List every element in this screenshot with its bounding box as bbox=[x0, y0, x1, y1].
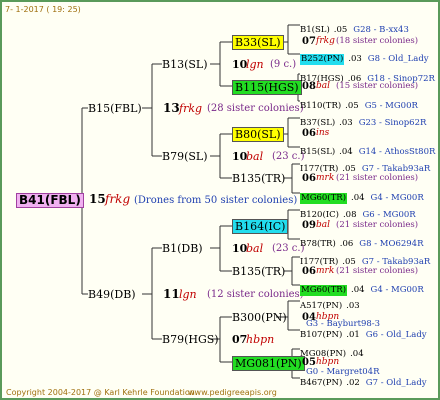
ancestor-name: B1(SL) bbox=[300, 25, 330, 35]
gen1-top-sire: frkg bbox=[179, 102, 203, 115]
ancestor-ref-link[interactable]: G8 - MO6294R bbox=[359, 239, 423, 250]
ancestor-name: B78(TR) bbox=[300, 239, 336, 249]
ancestor-share: .03 bbox=[339, 118, 353, 128]
gen2-queen: B1(DB) bbox=[162, 242, 203, 255]
ancestor-share: .04 bbox=[339, 147, 353, 157]
gen3-queen: B164(IC) bbox=[232, 219, 289, 234]
ancestor-ref-link[interactable]: G8 - Old_Lady bbox=[368, 54, 429, 65]
ancestor-row: B252(PN) .03 G8 - Old_Lady bbox=[300, 48, 429, 66]
gen1-bottom-count: 11 bbox=[163, 287, 180, 301]
ancestor-ref-link[interactable]: G7 - Old_Lady bbox=[366, 378, 427, 389]
ancestor-row: B17(HGS) .06 G18 - Sinop72R bbox=[300, 68, 435, 86]
ancestor-row: MG60(TR) .04 G4 - MG00R bbox=[300, 187, 424, 205]
gen2-sire: bal bbox=[246, 150, 264, 163]
gen3-queen: B135(TR) bbox=[232, 172, 286, 185]
gen1-queen-bottom: B49(DB) bbox=[88, 288, 136, 301]
ancestor-ref-link[interactable]: G14 - AthosSt80R bbox=[359, 147, 436, 158]
ancestor-ref-link[interactable]: G4 - MG00R bbox=[371, 193, 424, 204]
ancestor-ref-link[interactable]: G7 - Takab93aR bbox=[362, 257, 431, 268]
ancestor-row: B120(IC) .08 G6 - MG00R bbox=[300, 204, 416, 222]
gen3-note: (18 sister colonies) bbox=[336, 36, 419, 46]
ancestor-share: .03 bbox=[348, 54, 362, 64]
ancestor-name: B252(PN) bbox=[300, 54, 345, 65]
gen1-top-count: 13 bbox=[163, 101, 180, 115]
ancestor-row: B1(SL) .05 G28 - B-xx43 bbox=[300, 19, 409, 37]
ancestor-share: .05 bbox=[333, 25, 348, 35]
gen3-queen: B135(TR) bbox=[232, 265, 286, 278]
ancestor-name: B17(HGS) bbox=[300, 74, 344, 84]
ancestor-name: B107(PN) bbox=[300, 330, 343, 340]
ancestor-name: I177(TR) bbox=[300, 164, 339, 174]
ancestor-share: .01 bbox=[346, 330, 360, 340]
root-drone-count: 15 bbox=[89, 192, 106, 206]
gen1-top-note: (28 sister colonies) bbox=[207, 103, 304, 114]
root-note: (Drones from 50 sister colonies) bbox=[134, 195, 298, 206]
gen2-queen: B79(SL) bbox=[162, 150, 208, 163]
gen2-queen: B79(HGS) bbox=[162, 333, 219, 346]
ancestor-name: B120(IC) bbox=[300, 210, 339, 220]
gen2-queen: B13(SL) bbox=[162, 58, 208, 71]
gen1-bottom-note: (12 sister colonies) bbox=[207, 289, 304, 300]
ancestor-ref-link[interactable]: G28 - B-xx43 bbox=[353, 25, 409, 36]
ancestor-name: B15(SL) bbox=[300, 147, 336, 157]
ancestor-name: B37(SL) bbox=[300, 118, 336, 128]
ancestor-share: .06 bbox=[347, 74, 362, 84]
ancestor-name: A517(PN) bbox=[300, 301, 343, 311]
ancestor-name: B467(PN) bbox=[300, 378, 343, 388]
root-sire-label: frkg bbox=[105, 192, 131, 206]
ancestor-ref-link[interactable]: G7 - Takab93aR bbox=[362, 164, 431, 175]
ancestor-name: MG08(PN) bbox=[300, 349, 347, 359]
ancestor-row: I177(TR) .05 G7 - Takab93aR bbox=[300, 158, 430, 176]
gen3-queen: B300(PN) bbox=[232, 311, 287, 324]
gen2-sire: lgn bbox=[246, 58, 264, 71]
ancestor-row: B15(SL) .04 G14 - AthosSt80R bbox=[300, 141, 435, 159]
ancestor-ref-link[interactable]: G18 - Sinop72R bbox=[367, 74, 435, 85]
gen1-bottom-sire: lgn bbox=[179, 288, 197, 301]
gen3-queen: MG081(PN) bbox=[232, 356, 305, 371]
ancestor-row: B467(PN) .02 G7 - Old_Lady bbox=[300, 372, 427, 390]
gen2-sire: hbpn bbox=[246, 333, 275, 346]
ancestor-name: I177(TR) bbox=[300, 257, 339, 267]
gen2-sire: bal bbox=[246, 242, 264, 255]
copyright-text: Copyright 2004-2017 @ Karl Kehrle Founda… bbox=[6, 388, 198, 397]
ancestor-share: .08 bbox=[342, 210, 357, 220]
gen2-note: (9 c.) bbox=[270, 59, 297, 70]
ancestor-ref-link[interactable]: G6 - MG00R bbox=[363, 210, 416, 221]
ancestor-row: B107(PN) .01 G6 - Old_Lady bbox=[300, 324, 427, 342]
ancestor-share: .05 bbox=[342, 164, 356, 174]
ancestor-ref-link[interactable]: G6 - Old_Lady bbox=[366, 330, 427, 341]
ancestor-row: I177(TR) .05 G7 - Takab93aR bbox=[300, 251, 430, 269]
gen3-queen: B115(HGS) bbox=[232, 80, 302, 95]
pedigree-chart: 7- 1-2017 ( 19: 25) B41(FBL) 15 frkg (Dr… bbox=[0, 0, 440, 400]
ancestor-share: .05 bbox=[342, 257, 356, 267]
gen3-queen: B80(SL) bbox=[232, 127, 284, 142]
ancestor-name: MG60(TR) bbox=[300, 193, 348, 204]
ancestor-row: B110(TR) .05 G5 - MG00R bbox=[300, 95, 418, 113]
date-stamp: 7- 1-2017 ( 19: 25) bbox=[5, 5, 81, 14]
gen1-queen-top: B15(FBL) bbox=[88, 102, 142, 115]
root-queen: B41(FBL) bbox=[16, 193, 84, 208]
ancestor-share: .05 bbox=[345, 101, 359, 111]
ancestor-row: B78(TR) .06 G8 - MO6294R bbox=[300, 233, 423, 251]
ancestor-share: .06 bbox=[339, 239, 354, 249]
gen3-queen: B33(SL) bbox=[232, 35, 284, 50]
ancestor-ref-link[interactable]: G5 - MG00R bbox=[365, 101, 418, 112]
ancestor-row: B37(SL) .03 G23 - Sinop62R bbox=[300, 112, 426, 130]
ancestor-share: .02 bbox=[346, 378, 360, 388]
ancestor-share: .04 bbox=[350, 349, 364, 359]
website-link[interactable]: www.pedigreeapis.org bbox=[188, 386, 277, 398]
ancestor-share: .04 bbox=[351, 193, 365, 203]
ancestor-ref-link[interactable]: G23 - Sinop62R bbox=[359, 118, 427, 129]
ancestor-share: .03 bbox=[346, 301, 360, 311]
ancestor-name: B110(TR) bbox=[300, 101, 342, 111]
